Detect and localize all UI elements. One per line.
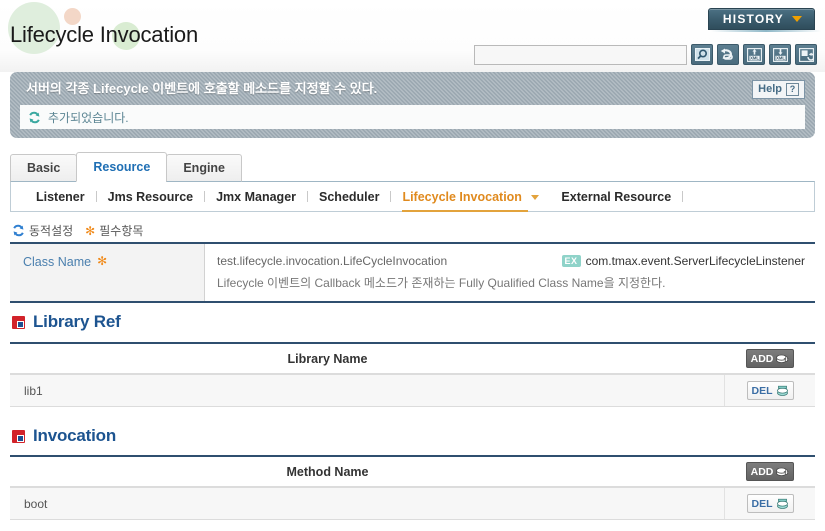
asterisk-icon: ✻: [85, 223, 96, 238]
property-value-cell: test.lifecycle.invocation.LifeCycleInvoc…: [205, 244, 815, 301]
xml-import-icon-button[interactable]: XML: [743, 44, 765, 65]
library-ref-grid: Library Name ADD lib1 DEL: [10, 342, 815, 407]
section-marker-icon: [12, 315, 25, 329]
subtab-listener[interactable]: Listener: [25, 190, 96, 204]
subtab-scheduler-label: Scheduler: [319, 189, 380, 204]
legend: 동적설정 ✻ 필수항목: [12, 222, 143, 239]
search-input[interactable]: [474, 44, 687, 65]
help-button[interactable]: Help ?: [752, 80, 805, 99]
subtab-jms-resource[interactable]: Jms Resource: [97, 190, 204, 204]
subtab-listener-label: Listener: [36, 189, 85, 204]
example-hint: EX com.tmax.event.ServerLifecycleLinsten…: [561, 254, 805, 268]
primary-tabs: Basic Resource Engine: [10, 152, 815, 182]
library-name-value: lib1: [10, 375, 725, 406]
save-config-icon-button[interactable]: [795, 44, 817, 65]
add-icon: [776, 354, 790, 363]
save-config-icon: [798, 47, 814, 62]
row-actions: DEL: [725, 375, 815, 406]
add-button-label: ADD: [750, 465, 774, 478]
xml-export-icon-button[interactable]: XML: [769, 44, 791, 65]
property-description: Lifecycle 이벤트의 Callback 메소드가 존재하는 Fully …: [217, 276, 666, 290]
tab-basic[interactable]: Basic: [10, 154, 78, 182]
grid-header: Method Name ADD: [10, 457, 815, 488]
subtab-divider: [682, 191, 684, 202]
asterisk-icon: ✻: [97, 254, 108, 268]
add-invocation-button[interactable]: ADD: [745, 462, 795, 481]
section-header-library-ref: Library Ref: [12, 312, 121, 332]
property-label: Class Name: [23, 255, 92, 269]
question-mark-icon: ?: [786, 83, 799, 96]
column-header-library-name: Library Name: [287, 351, 368, 366]
subtab-lifecycle-invocation-label: Lifecycle Invocation: [402, 189, 522, 204]
subtab-jms-resource-label: Jms Resource: [107, 189, 194, 204]
status-message: 추가되었습니다.: [20, 105, 805, 129]
subtab-lifecycle-invocation[interactable]: Lifecycle Invocation: [391, 189, 550, 212]
legend-required-label: 필수항목: [99, 224, 144, 238]
delete-button-label: DEL: [751, 384, 773, 397]
grid-header: Library Name ADD: [10, 344, 815, 375]
tab-navigation: Basic Resource Engine Listener Jms Resou…: [10, 152, 815, 212]
row-actions: DEL: [725, 488, 815, 519]
page-title: Lifecycle Invocation: [10, 22, 198, 47]
delete-icon: [776, 498, 788, 509]
add-button-label: ADD: [750, 352, 774, 365]
add-library-button[interactable]: ADD: [745, 349, 795, 368]
xml-import-icon: XML: [746, 47, 762, 62]
subtab-jmx-manager[interactable]: Jmx Manager: [205, 190, 307, 204]
method-name-value: boot: [10, 488, 725, 519]
refresh-icon-button[interactable]: [717, 44, 739, 65]
example-badge: EX: [561, 255, 581, 267]
table-row: lib1 DEL: [10, 375, 815, 407]
invocation-grid: Method Name ADD boot DEL: [10, 455, 815, 520]
refresh-icon: [720, 48, 733, 60]
legend-dynamic: 동적설정: [12, 222, 73, 239]
subtab-external-resource[interactable]: External Resource: [550, 190, 682, 204]
table-row: boot DEL: [10, 488, 815, 520]
sync-icon: [29, 111, 40, 123]
notice-panel: 서버의 각종 Lifecycle 이벤트에 호출할 메소드를 지정할 수 있다.…: [10, 72, 815, 138]
search-icon: [694, 48, 710, 61]
history-button[interactable]: HISTORY: [707, 8, 815, 30]
add-icon: [776, 467, 790, 476]
legend-required: ✻ 필수항목: [85, 222, 143, 239]
xml-export-icon: XML: [772, 47, 788, 62]
example-value: com.tmax.event.ServerLifecycleLinstener: [585, 254, 805, 268]
property-label-cell: Class Name ✻: [10, 244, 205, 301]
chevron-down-icon: [792, 16, 802, 22]
section-title-library-ref: Library Ref: [33, 312, 121, 331]
section-header-invocation: Invocation: [12, 426, 116, 446]
class-name-value: test.lifecycle.invocation.LifeCycleInvoc…: [217, 254, 448, 268]
section-marker-icon: [12, 429, 25, 443]
delete-invocation-button[interactable]: DEL: [746, 494, 794, 513]
page-header: Lifecycle Invocation HISTORY XML XML: [0, 0, 825, 72]
delete-button-label: DEL: [751, 497, 773, 510]
active-indicator: [402, 209, 529, 212]
grid-header-actions: ADD: [725, 349, 815, 368]
history-underline: [711, 30, 821, 32]
grid-header-actions: ADD: [725, 462, 815, 481]
delete-library-button[interactable]: DEL: [746, 381, 794, 400]
tab-resource[interactable]: Resource: [76, 152, 168, 182]
section-title-invocation: Invocation: [33, 426, 117, 445]
column-header-method-name: Method Name: [286, 464, 369, 479]
property-value-row: test.lifecycle.invocation.LifeCycleInvoc…: [217, 254, 805, 268]
property-table: Class Name ✻ test.lifecycle.invocation.L…: [10, 242, 815, 303]
history-button-label: HISTORY: [722, 12, 784, 26]
delete-icon: [776, 385, 788, 396]
secondary-tabs: Listener Jms Resource Jmx Manager Schedu…: [10, 181, 815, 212]
svg-text:XML: XML: [776, 55, 785, 60]
status-message-text: 추가되었습니다.: [48, 110, 129, 125]
notice-title: 서버의 각종 Lifecycle 이벤트에 호출할 메소드를 지정할 수 있다.: [26, 81, 378, 96]
chevron-down-icon: [531, 194, 540, 200]
legend-dynamic-label: 동적설정: [29, 224, 74, 238]
subtab-external-resource-label: External Resource: [561, 189, 672, 204]
help-button-label: Help: [758, 83, 782, 95]
tab-engine[interactable]: Engine: [166, 154, 243, 182]
subtab-scheduler[interactable]: Scheduler: [308, 190, 390, 204]
svg-text:XML: XML: [750, 55, 759, 60]
toolbar: XML XML: [474, 44, 817, 65]
search-icon-button[interactable]: [691, 44, 713, 65]
sync-icon: [13, 224, 24, 237]
subtab-jmx-manager-label: Jmx Manager: [216, 189, 297, 204]
